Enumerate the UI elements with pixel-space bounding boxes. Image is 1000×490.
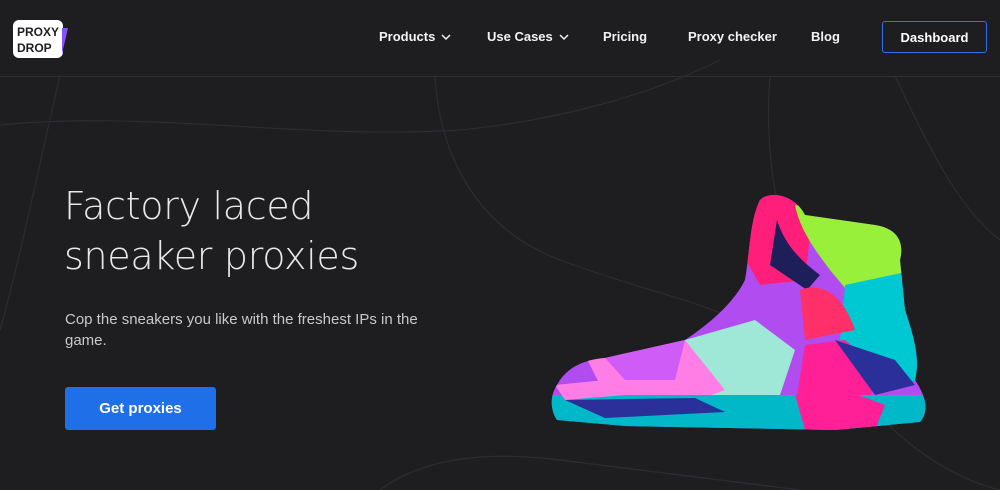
sneaker-illustration [551, 195, 926, 430]
chevron-down-icon [559, 33, 569, 40]
dashboard-button-label: Dashboard [900, 29, 969, 45]
nav-use-cases-label: Use Cases [487, 29, 553, 44]
hero-subtitle: Cop the sneakers you like with the fresh… [65, 311, 418, 349]
hero-title: Factory laced sneaker proxies [64, 184, 359, 278]
get-proxies-label: Get proxies [99, 400, 182, 417]
nav-pricing[interactable]: Pricing [603, 29, 647, 44]
nav-blog[interactable]: Blog [811, 29, 840, 44]
chevron-down-icon [441, 33, 451, 40]
nav-proxy-checker[interactable]: Proxy checker [688, 29, 777, 44]
nav-use-cases[interactable]: Use Cases [487, 29, 570, 44]
main-nav: Products Use Cases Pricing Proxy checker… [0, 0, 1000, 76]
nav-products[interactable]: Products [379, 29, 452, 44]
nav-products-label: Products [379, 29, 436, 44]
site-header: PROXY DROP Products Use Cases Pricing Pr… [0, 0, 1000, 77]
get-proxies-button[interactable]: Get proxies [65, 387, 216, 430]
nav-blog-label: Blog [811, 29, 840, 44]
nav-pricing-label: Pricing [603, 29, 648, 44]
nav-proxy-checker-label: Proxy checker [688, 29, 777, 44]
dashboard-button[interactable]: Dashboard [882, 21, 987, 53]
